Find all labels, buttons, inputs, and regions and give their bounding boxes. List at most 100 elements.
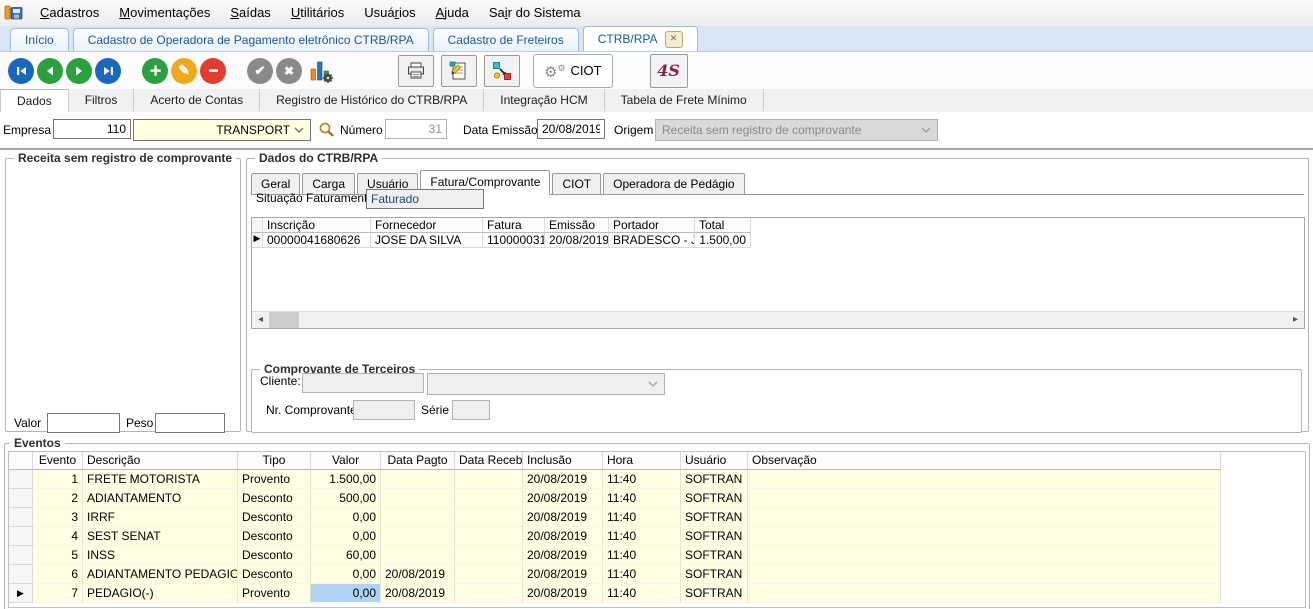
column-header-data-pagto[interactable]: Data Pagto <box>381 452 455 470</box>
grid-cell[interactable]: ADIANTAMENTO PEDAGIO(+) <box>83 565 238 584</box>
delete-record-button[interactable] <box>200 58 226 84</box>
previous-record-button[interactable] <box>37 58 63 84</box>
grid-cell[interactable]: 20/08/2019 <box>523 489 603 508</box>
grid-cell[interactable]: SOFTRAN <box>681 470 748 489</box>
chart-settings-button[interactable] <box>309 59 333 83</box>
column-header-hora[interactable]: Hora <box>603 452 681 470</box>
grid-cell[interactable] <box>455 546 523 565</box>
column-header-emissao[interactable]: Emissão <box>545 218 609 233</box>
column-header-inscricao[interactable]: Inscrição <box>263 218 371 233</box>
subtab-tabela-de-frete-minimo[interactable]: Tabela de Frete Mínimo <box>605 89 764 111</box>
grid-cell[interactable]: Desconto <box>238 546 311 565</box>
menu-movimentacoes[interactable]: Movimentações <box>109 0 220 26</box>
grid-cell[interactable] <box>455 584 523 603</box>
grid-cell[interactable] <box>455 565 523 584</box>
menu-ajuda[interactable]: Ajuda <box>426 0 479 26</box>
scroll-left-button[interactable]: ◂ <box>252 312 269 328</box>
grid-cell[interactable]: SOFTRAN <box>681 584 748 603</box>
column-header-observacao[interactable]: Observação <box>748 452 1221 470</box>
grid-row[interactable]: 1FRETE MOTORISTAProvento1.500,0020/08/20… <box>9 470 1221 489</box>
grid-cell[interactable] <box>455 489 523 508</box>
ctrb-tab-operadora-de-pedagio[interactable]: Operadora de Pedágio <box>603 173 744 194</box>
subtab-integracao-hcm[interactable]: Integração HCM <box>484 89 604 111</box>
ciot-button[interactable]: ⚙⚙ CIOT <box>533 54 613 88</box>
grid-cell[interactable]: 7 <box>33 584 83 603</box>
grid-cell[interactable]: 0,00 <box>311 508 381 527</box>
grid-cell[interactable]: 20/08/2019 <box>523 546 603 565</box>
grid-cell[interactable]: 3 <box>33 508 83 527</box>
column-header-valor[interactable]: Valor <box>311 452 381 470</box>
grid-cell[interactable]: 2 <box>33 489 83 508</box>
grid-cell[interactable]: 0,00 <box>311 584 381 603</box>
grid-cell[interactable]: Desconto <box>238 508 311 527</box>
grid-cell[interactable]: 11:40 <box>603 546 681 565</box>
grid-cell[interactable] <box>381 508 455 527</box>
tab-inicio[interactable]: Início <box>10 28 69 51</box>
data-emissao-input[interactable] <box>537 119 605 139</box>
grid-cell[interactable]: 1 <box>33 470 83 489</box>
first-record-button[interactable] <box>8 58 34 84</box>
grid-cell[interactable]: 0,00 <box>311 565 381 584</box>
report-edit-button[interactable] <box>441 55 477 87</box>
grid-cell[interactable] <box>748 546 1221 565</box>
serie-input[interactable] <box>452 400 490 420</box>
search-icon[interactable] <box>318 121 335 141</box>
grid-cell[interactable] <box>748 470 1221 489</box>
grid-cell[interactable] <box>381 470 455 489</box>
subtab-dados[interactable]: Dados <box>0 89 69 113</box>
grid-cell[interactable] <box>748 508 1221 527</box>
grid-cell[interactable]: 5 <box>33 546 83 565</box>
next-record-button[interactable] <box>66 58 92 84</box>
grid-cell[interactable]: 00000041680626 <box>263 233 371 248</box>
grid-cell[interactable] <box>381 489 455 508</box>
edit-record-button[interactable]: ✎ <box>171 58 197 84</box>
grid-cell[interactable]: BRADESCO - JC T <box>609 233 695 248</box>
column-header-portador[interactable]: Portador <box>609 218 695 233</box>
grid-cell[interactable]: 110000031 <box>483 233 545 248</box>
grid-cell[interactable]: 500,00 <box>311 489 381 508</box>
grid-cell[interactable] <box>455 470 523 489</box>
ctrb-tab-ciot[interactable]: CIOT <box>552 173 601 194</box>
grid-cell[interactable]: Provento <box>238 584 311 603</box>
empresa-combo[interactable]: TRANSPORT <box>133 119 311 141</box>
grid-row[interactable]: ▶00000041680626JOSE DA SILVA11000003120/… <box>252 233 751 248</box>
brand-logo-button[interactable]: 4S <box>650 54 688 88</box>
grid-cell[interactable]: 4 <box>33 527 83 546</box>
menu-saidas[interactable]: Saídas <box>220 0 280 26</box>
column-header-tipo[interactable]: Tipo <box>238 452 311 470</box>
grid-cell[interactable]: SOFTRAN <box>681 489 748 508</box>
cancel-button[interactable]: ✖ <box>276 58 302 84</box>
grid-cell[interactable] <box>381 546 455 565</box>
column-header-fatura[interactable]: Fatura <box>483 218 545 233</box>
menu-utilitarios[interactable]: Utilitários <box>281 0 354 26</box>
grid-row[interactable]: 5INSSDesconto60,0020/08/201911:40SOFTRAN <box>9 546 1221 565</box>
grid-cell[interactable]: 11:40 <box>603 527 681 546</box>
grid-cell[interactable] <box>748 489 1221 508</box>
add-record-button[interactable] <box>142 58 168 84</box>
menu-cadastros[interactable]: Cadastros <box>30 0 109 26</box>
grid-cell[interactable]: SOFTRAN <box>681 546 748 565</box>
subtab-acerto-de-contas[interactable]: Acerto de Contas <box>134 89 260 111</box>
grid-cell[interactable] <box>748 584 1221 603</box>
grid-row[interactable]: 4SEST SENATDesconto0,0020/08/201911:40SO… <box>9 527 1221 546</box>
process-flow-button[interactable] <box>484 55 520 87</box>
menu-usuarios[interactable]: Usuários <box>354 0 425 26</box>
grid-cell[interactable]: SEST SENAT <box>83 527 238 546</box>
grid-cell[interactable]: SOFTRAN <box>681 565 748 584</box>
numero-input[interactable] <box>385 119 447 139</box>
grid-cell[interactable] <box>748 565 1221 584</box>
grid-row[interactable]: 2ADIANTAMENTODesconto500,0020/08/201911:… <box>9 489 1221 508</box>
grid-cell[interactable]: 11:40 <box>603 470 681 489</box>
grid-cell[interactable]: SOFTRAN <box>681 508 748 527</box>
grid-cell[interactable]: 11:40 <box>603 489 681 508</box>
cliente-code-input[interactable] <box>302 373 424 393</box>
last-record-button[interactable] <box>95 58 121 84</box>
grid-cell[interactable]: 20/08/2019 <box>523 527 603 546</box>
column-header-total[interactable]: Total <box>695 218 751 233</box>
grid-cell[interactable]: PEDAGIO(-) <box>83 584 238 603</box>
grid-cell[interactable]: Desconto <box>238 527 311 546</box>
subtab-filtros[interactable]: Filtros <box>69 89 135 111</box>
grid-cell[interactable]: 20/08/2019 <box>545 233 609 248</box>
grid-cell[interactable]: 20/08/2019 <box>523 508 603 527</box>
grid-cell[interactable]: 0,00 <box>311 527 381 546</box>
